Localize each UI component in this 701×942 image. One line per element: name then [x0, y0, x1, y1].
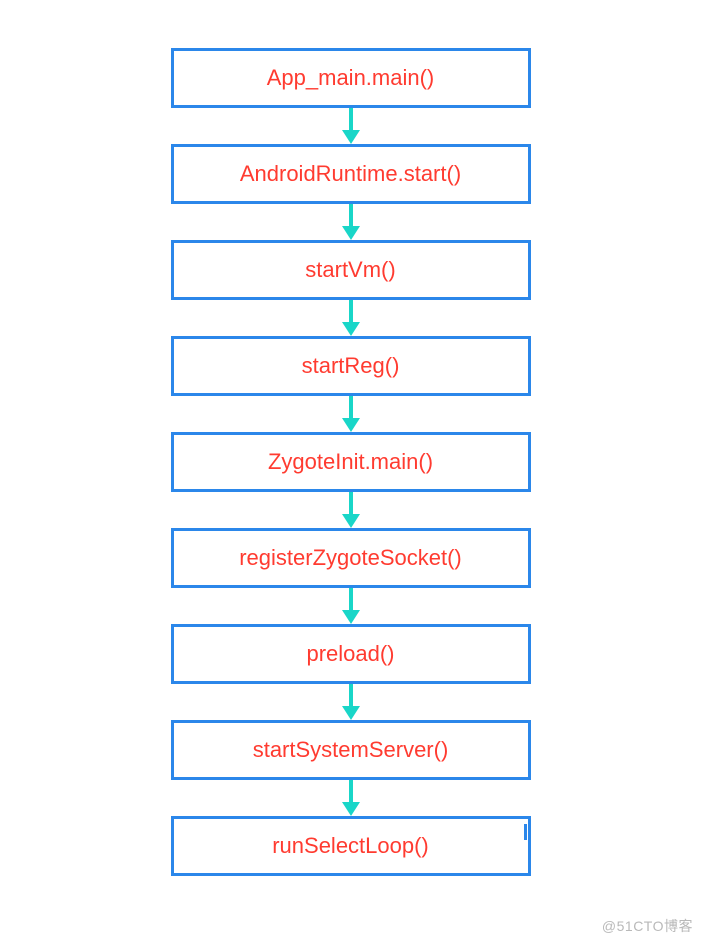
flow-arrow	[342, 780, 360, 816]
flow-node-run-select-loop: runSelectLoop()	[171, 816, 531, 876]
flow-node-zygote-init-main: ZygoteInit.main()	[171, 432, 531, 492]
flow-node-label: AndroidRuntime.start()	[240, 161, 461, 187]
arrow-head-icon	[342, 226, 360, 240]
flow-node-app-main: App_main.main()	[171, 48, 531, 108]
arrow-shaft	[349, 108, 353, 130]
flow-arrow	[342, 492, 360, 528]
flow-node-start-vm: startVm()	[171, 240, 531, 300]
flow-node-label: runSelectLoop()	[272, 833, 429, 859]
flow-node-preload: preload()	[171, 624, 531, 684]
arrow-shaft	[349, 684, 353, 706]
flow-arrow	[342, 588, 360, 624]
flow-node-label: preload()	[306, 641, 394, 667]
arrow-head-icon	[342, 322, 360, 336]
flow-arrow	[342, 300, 360, 336]
flow-arrow	[342, 108, 360, 144]
arrow-head-icon	[342, 706, 360, 720]
arrow-shaft	[349, 780, 353, 802]
arrow-shaft	[349, 588, 353, 610]
arrow-shaft	[349, 204, 353, 226]
flow-node-label: App_main.main()	[267, 65, 435, 91]
flow-arrow	[342, 684, 360, 720]
arrow-shaft	[349, 300, 353, 322]
arrow-shaft	[349, 492, 353, 514]
flow-arrow	[342, 204, 360, 240]
flow-node-label: startVm()	[305, 257, 395, 283]
flow-node-label: startReg()	[302, 353, 400, 379]
watermark-text: @51CTO博客	[602, 916, 693, 936]
flow-arrow	[342, 396, 360, 432]
flow-node-start-system-server: startSystemServer()	[171, 720, 531, 780]
arrow-shaft	[349, 396, 353, 418]
flow-node-register-zygote-socket: registerZygoteSocket()	[171, 528, 531, 588]
flow-node-android-runtime-start: AndroidRuntime.start()	[171, 144, 531, 204]
arrow-head-icon	[342, 802, 360, 816]
flow-node-label: ZygoteInit.main()	[268, 449, 433, 475]
arrow-head-icon	[342, 610, 360, 624]
stray-mark	[524, 824, 527, 840]
arrow-head-icon	[342, 418, 360, 432]
flow-node-start-reg: startReg()	[171, 336, 531, 396]
arrow-head-icon	[342, 514, 360, 528]
flowchart-container: App_main.main() AndroidRuntime.start() s…	[0, 0, 701, 876]
flow-node-label: startSystemServer()	[253, 737, 449, 763]
flow-node-label: registerZygoteSocket()	[239, 545, 462, 571]
arrow-head-icon	[342, 130, 360, 144]
